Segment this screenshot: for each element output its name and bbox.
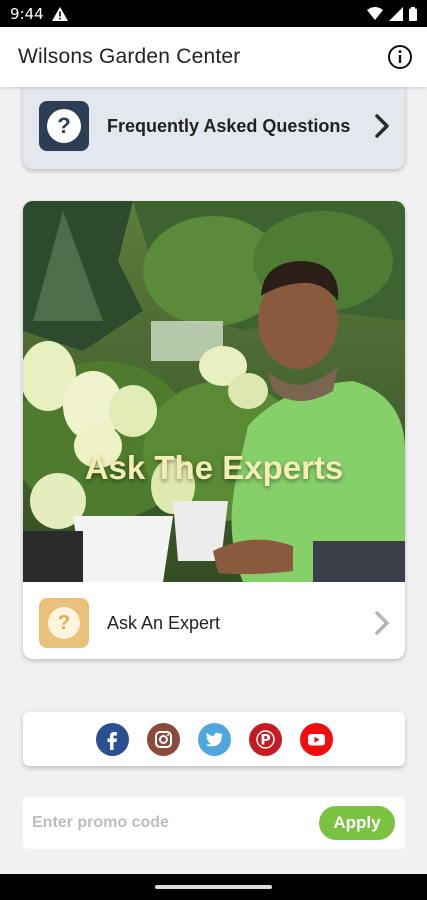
promo-code-bar: Apply [23,797,405,849]
chevron-right-icon [375,114,389,138]
garden-photo [23,201,405,582]
alert-icon [51,6,68,21]
status-bar: 9:44 [0,0,427,27]
battery-icon [409,6,417,21]
pinterest-glyph: P [260,732,270,748]
navigation-bar [0,874,427,900]
youtube-icon[interactable] [299,722,333,756]
wifi-icon [367,7,383,20]
app-bar: Wilsons Garden Center [0,27,427,87]
social-links: P [23,712,405,766]
app-title: Wilsons Garden Center [18,45,241,68]
faq-badge: ? [39,101,89,151]
question-icon: ? [47,109,81,143]
ask-expert-row[interactable]: ? Ask An Expert [39,597,389,649]
instagram-icon[interactable] [146,722,180,756]
pinterest-icon[interactable]: P [248,722,282,756]
chevron-right-icon [375,611,389,635]
status-time: 9:44 [10,4,44,23]
promo-code-input[interactable] [30,813,319,833]
question-icon: ? [48,607,80,639]
facebook-icon[interactable] [95,722,129,756]
ask-expert-card[interactable]: Ask The Experts ? Ask An Expert [23,201,405,659]
hero-image[interactable]: Ask The Experts [23,201,405,582]
hero-title: Ask The Experts [84,449,344,486]
faq-row[interactable]: ? Frequently Asked Questions [39,100,389,152]
home-indicator[interactable] [155,885,272,889]
info-icon[interactable] [387,44,413,70]
faq-label: Frequently Asked Questions [107,115,351,136]
expert-badge: ? [39,598,89,648]
twitter-icon[interactable] [197,722,231,756]
signal-icon [389,6,403,21]
apply-button[interactable]: Apply [319,806,395,840]
ask-expert-label: Ask An Expert [107,612,221,633]
